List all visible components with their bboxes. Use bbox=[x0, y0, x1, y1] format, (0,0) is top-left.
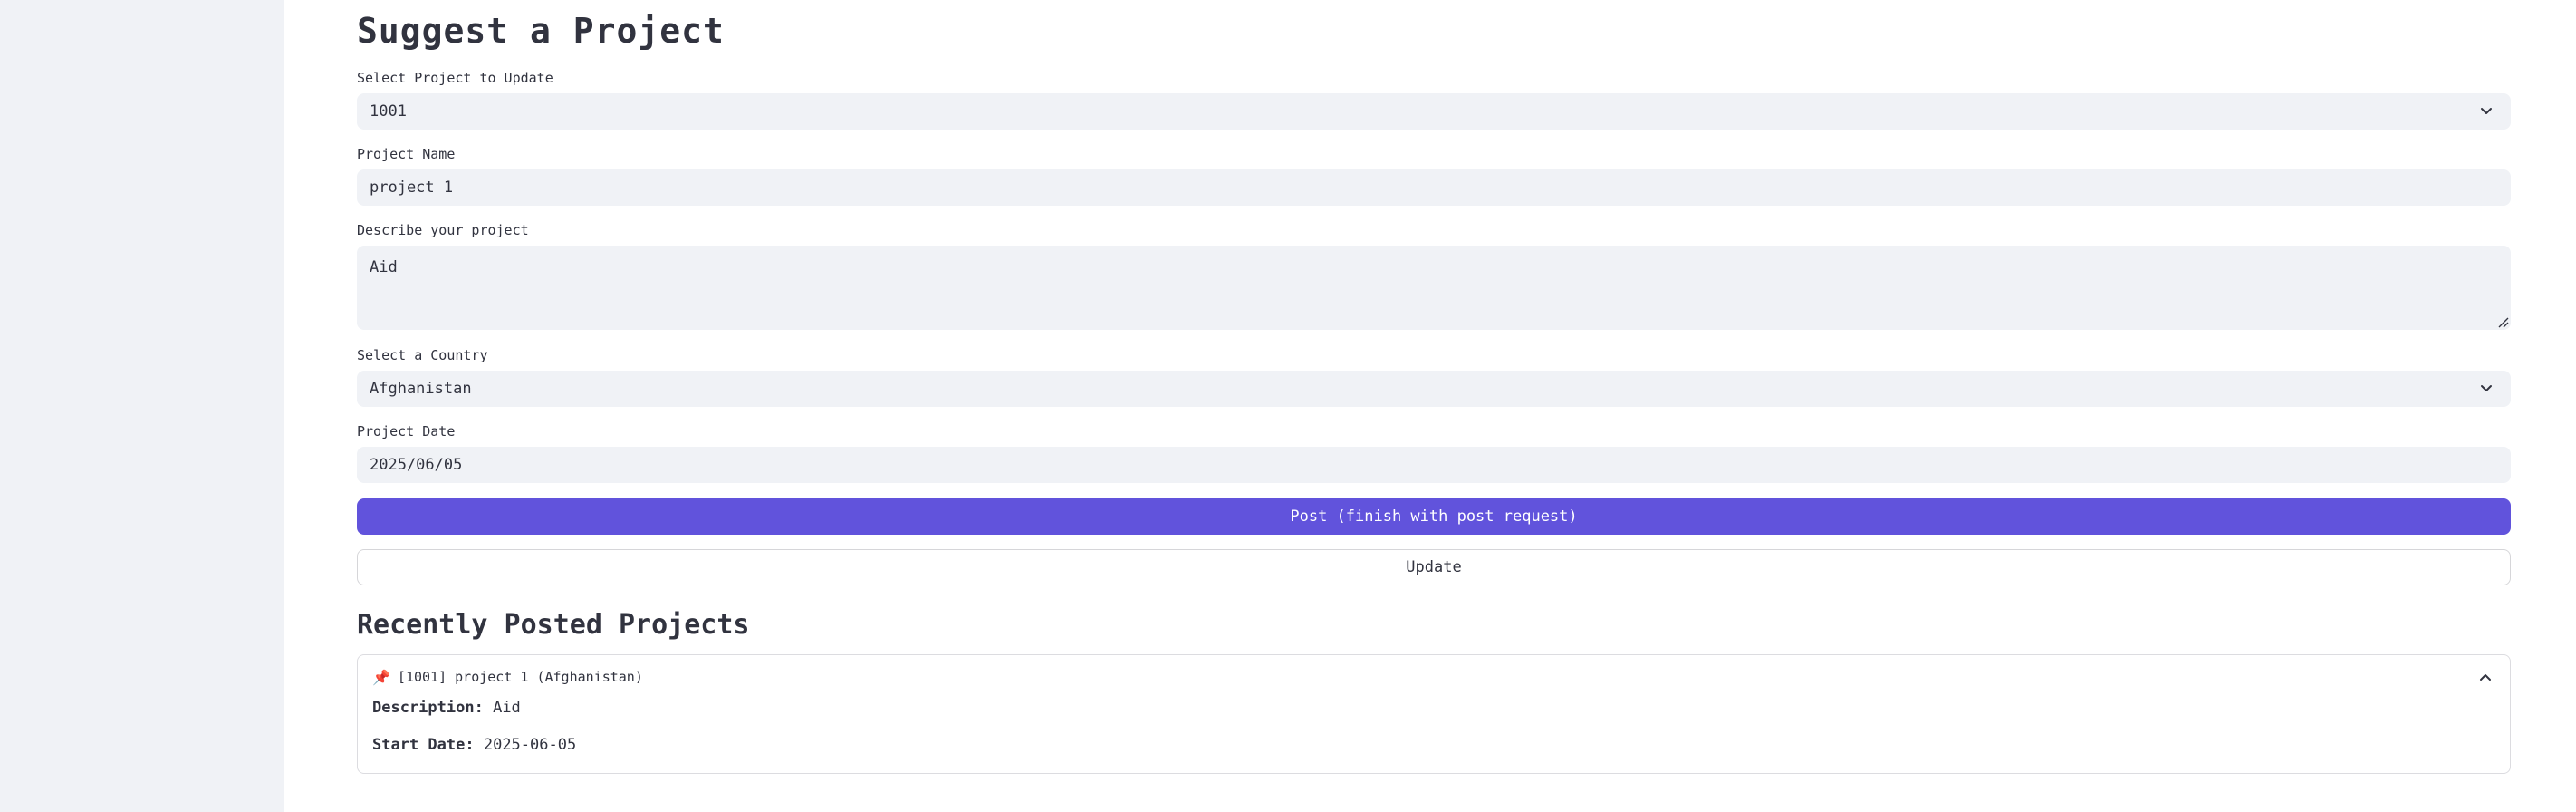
post-button[interactable]: Post (finish with post request) bbox=[357, 498, 2511, 535]
page-title: Suggest a Project bbox=[357, 11, 725, 51]
description-label: Describe your project bbox=[357, 222, 529, 238]
project-date-label: Project Date bbox=[357, 423, 456, 440]
start-date-key: Start Date: bbox=[372, 736, 475, 754]
select-project-value: 1001 bbox=[370, 102, 407, 121]
description-key: Description: bbox=[372, 699, 484, 717]
select-project-dropdown[interactable]: 1001 bbox=[357, 93, 2511, 130]
project-name-value: project 1 bbox=[370, 179, 454, 197]
recent-project-expander: 📌 [1001] project 1 (Afghanistan) Descrip… bbox=[357, 654, 2511, 774]
expander-header[interactable]: 📌 [1001] project 1 (Afghanistan) bbox=[372, 666, 2495, 688]
project-date-value: 2025/06/05 bbox=[370, 456, 463, 474]
chevron-down-icon bbox=[2481, 108, 2492, 114]
description-value: Aid bbox=[370, 258, 398, 276]
project-name-input[interactable]: project 1 bbox=[357, 169, 2511, 206]
project-start-date-row: Start Date: 2025-06-05 bbox=[372, 736, 576, 754]
description-text: Aid bbox=[493, 699, 521, 717]
sidebar bbox=[0, 0, 284, 812]
country-dropdown[interactable]: Afghanistan bbox=[357, 371, 2511, 407]
project-name-label: Project Name bbox=[357, 146, 456, 162]
chevron-up-icon[interactable] bbox=[2477, 669, 2494, 685]
select-project-label: Select Project to Update bbox=[357, 70, 553, 86]
resize-grip-icon[interactable] bbox=[2494, 314, 2509, 328]
description-textarea[interactable]: Aid bbox=[357, 246, 2511, 330]
pushpin-icon: 📌 bbox=[372, 668, 390, 686]
country-value: Afghanistan bbox=[370, 380, 472, 398]
update-button[interactable]: Update bbox=[357, 549, 2511, 585]
project-description-row: Description: Aid bbox=[372, 699, 521, 717]
start-date-text: 2025-06-05 bbox=[483, 736, 577, 754]
recent-projects-title: Recently Posted Projects bbox=[357, 609, 750, 641]
project-date-input[interactable]: 2025/06/05 bbox=[357, 447, 2511, 483]
country-label: Select a Country bbox=[357, 347, 488, 363]
chevron-down-icon bbox=[2481, 385, 2492, 392]
expander-title: [1001] project 1 (Afghanistan) bbox=[397, 669, 643, 685]
